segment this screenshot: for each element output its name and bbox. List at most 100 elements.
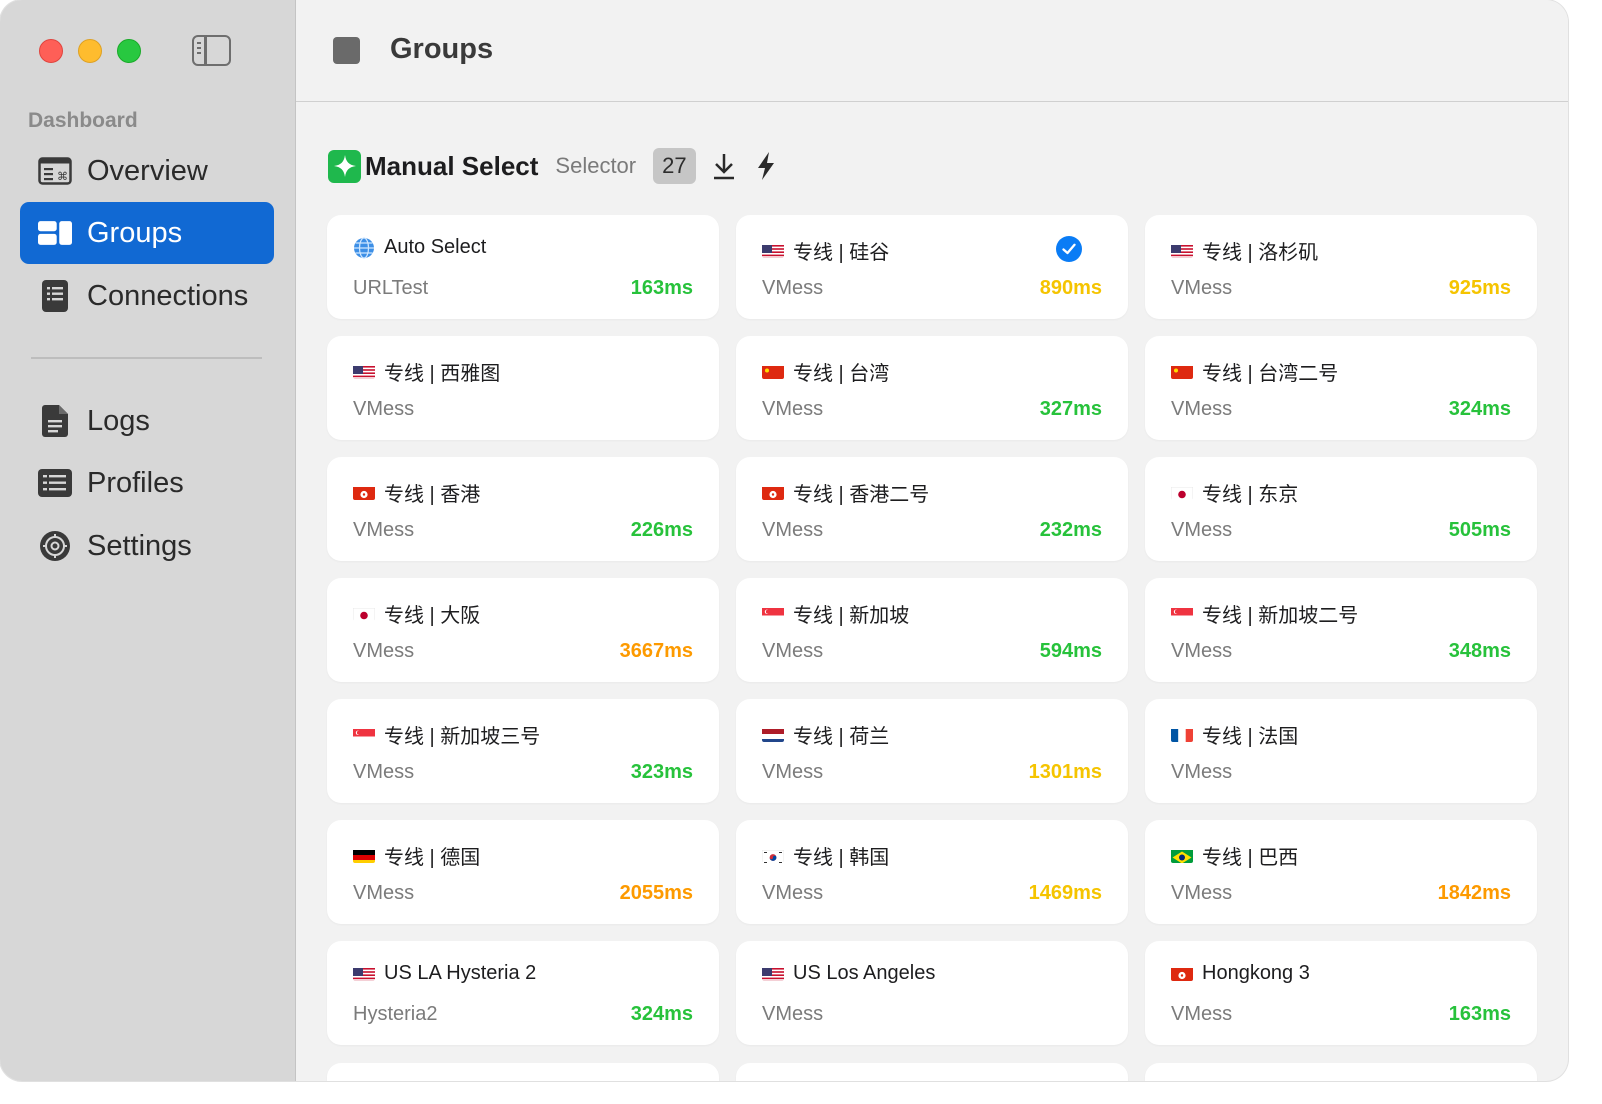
proxy-title-row: US Los Angeles bbox=[762, 962, 935, 985]
sidebar-item-groups[interactable]: Groups bbox=[20, 202, 274, 264]
proxy-count-badge: 27 bbox=[653, 148, 696, 184]
flag-sg-icon bbox=[762, 606, 784, 621]
minimize-window-button[interactable] bbox=[78, 39, 102, 63]
bolt-icon[interactable] bbox=[752, 149, 780, 183]
proxy-title-row: 专线 | 台湾二号 bbox=[1171, 357, 1338, 386]
proxy-name: US LA Hysteria 2 bbox=[384, 962, 537, 984]
proxy-card[interactable]: 专线 | 台湾 VMess 327ms bbox=[736, 336, 1128, 440]
proxy-name: 专线 | 西雅图 bbox=[384, 363, 501, 385]
connections-icon bbox=[38, 279, 72, 313]
profiles-icon bbox=[38, 466, 72, 500]
page-title: Groups bbox=[390, 33, 494, 65]
proxy-delay: 1301ms bbox=[1028, 761, 1102, 783]
flag-us-icon bbox=[353, 364, 375, 379]
main-content: Groups Manual Select Selector 27 Auto Se… bbox=[296, 0, 1568, 1081]
proxy-protocol: VMess bbox=[353, 882, 415, 904]
zoom-window-button[interactable] bbox=[117, 39, 141, 63]
app-window: Dashboard ⌘ Overview Groups Connections bbox=[0, 0, 1568, 1081]
proxy-card[interactable]: 专线 | 新加坡二号 VMess 348ms bbox=[1145, 578, 1537, 682]
group-header: Manual Select Selector 27 bbox=[328, 146, 780, 186]
proxy-name: 专线 | 东京 bbox=[1202, 484, 1299, 506]
flag-fr-icon bbox=[1171, 727, 1193, 742]
flag-us-icon bbox=[1171, 243, 1193, 258]
sidebar-item-logs[interactable]: Logs bbox=[20, 390, 274, 452]
proxy-card[interactable]: 专线 | 荷兰 VMess 1301ms bbox=[736, 699, 1128, 803]
proxy-protocol: VMess bbox=[762, 1003, 824, 1025]
proxy-card[interactable]: 专线 | 巴西 VMess 1842ms bbox=[1145, 820, 1537, 924]
proxy-protocol: VMess bbox=[762, 640, 824, 662]
close-window-button[interactable] bbox=[39, 39, 63, 63]
proxy-card[interactable]: 专线 | 德国 VMess 2055ms bbox=[327, 820, 719, 924]
proxy-name: US Los Angeles bbox=[793, 962, 936, 984]
proxy-delay: 232ms bbox=[1039, 519, 1102, 541]
proxy-delay: 163ms bbox=[630, 277, 693, 299]
proxy-card[interactable]: 专线 | 新加坡三号 VMess 323ms bbox=[327, 699, 719, 803]
proxy-card[interactable] bbox=[1145, 1063, 1537, 1081]
sidebar-item-label: Settings bbox=[87, 529, 192, 562]
proxy-grid-overflow bbox=[327, 1063, 1537, 1081]
proxy-card[interactable]: 专线 | 台湾二号 VMess 324ms bbox=[1145, 336, 1537, 440]
proxy-title-row: 专线 | 台湾 bbox=[762, 357, 889, 386]
proxy-title-row: 专线 | 香港 bbox=[353, 478, 480, 507]
proxy-title-row: 专线 | 德国 bbox=[353, 841, 480, 870]
flag-jp-icon bbox=[1171, 485, 1193, 500]
proxy-delay: 2055ms bbox=[619, 882, 693, 904]
proxy-card[interactable]: US Los Angeles VMess bbox=[736, 941, 1128, 1045]
sparkle-icon bbox=[328, 149, 361, 183]
proxy-card[interactable]: Hongkong 3 VMess 163ms bbox=[1145, 941, 1537, 1045]
sidebar-item-overview[interactable]: ⌘ Overview bbox=[20, 140, 274, 202]
proxy-card[interactable]: 专线 | 法国 VMess bbox=[1145, 699, 1537, 803]
proxy-title-row: 专线 | 硅谷 bbox=[762, 236, 889, 265]
proxy-card[interactable] bbox=[736, 1063, 1128, 1081]
proxy-title-row: Auto Select bbox=[353, 236, 486, 259]
proxy-protocol: VMess bbox=[353, 398, 415, 420]
sidebar-item-connections[interactable]: Connections bbox=[20, 265, 274, 327]
flag-hk-icon bbox=[353, 485, 375, 500]
flag-us-icon bbox=[762, 243, 784, 258]
proxy-delay: 327ms bbox=[1039, 398, 1102, 420]
flag-kr-icon bbox=[762, 848, 784, 863]
download-icon[interactable] bbox=[710, 149, 738, 183]
proxy-name: 专线 | 洛杉矶 bbox=[1202, 242, 1319, 264]
sidebar-item-profiles[interactable]: Profiles bbox=[20, 452, 274, 514]
proxy-card[interactable]: 专线 | 韩国 VMess 1469ms bbox=[736, 820, 1128, 924]
proxy-protocol: VMess bbox=[762, 761, 824, 783]
proxy-card[interactable]: 专线 | 西雅图 VMess bbox=[327, 336, 719, 440]
flag-br-icon bbox=[1171, 848, 1193, 863]
proxy-card[interactable]: 专线 | 新加坡 VMess 594ms bbox=[736, 578, 1128, 682]
globe-icon bbox=[353, 236, 375, 259]
group-name: Manual Select bbox=[365, 150, 539, 181]
groups-icon bbox=[38, 216, 72, 250]
proxy-card[interactable]: 专线 | 香港 VMess 226ms bbox=[327, 457, 719, 561]
sidebar-toggle-icon[interactable] bbox=[192, 35, 231, 66]
proxy-card[interactable]: 专线 | 大阪 VMess 3667ms bbox=[327, 578, 719, 682]
proxy-title-row: US LA Hysteria 2 bbox=[353, 962, 536, 985]
proxy-name: 专线 | 新加坡二号 bbox=[1202, 605, 1359, 627]
proxy-delay: 163ms bbox=[1448, 1003, 1511, 1025]
proxy-card[interactable]: Auto Select URLTest 163ms bbox=[327, 215, 719, 319]
proxy-protocol: VMess bbox=[1171, 1003, 1233, 1025]
stop-icon[interactable] bbox=[333, 37, 360, 64]
proxy-card[interactable]: 专线 | 东京 VMess 505ms bbox=[1145, 457, 1537, 561]
flag-cn-icon bbox=[762, 364, 784, 379]
proxy-protocol: VMess bbox=[353, 640, 415, 662]
group-type: Selector bbox=[555, 153, 637, 178]
flag-us-icon bbox=[762, 966, 784, 981]
proxy-name: 专线 | 香港 bbox=[384, 484, 481, 506]
sidebar-divider bbox=[31, 357, 262, 359]
proxy-card[interactable]: 专线 | 硅谷 VMess 890ms bbox=[736, 215, 1128, 319]
flag-cn-icon bbox=[1171, 364, 1193, 379]
proxy-card[interactable]: US LA Hysteria 2 Hysteria2 324ms bbox=[327, 941, 719, 1045]
proxy-card[interactable]: 专线 | 洛杉矶 VMess 925ms bbox=[1145, 215, 1537, 319]
flag-hk-icon bbox=[762, 485, 784, 500]
sidebar-item-settings[interactable]: Settings bbox=[20, 515, 274, 577]
proxy-card[interactable]: 专线 | 香港二号 VMess 232ms bbox=[736, 457, 1128, 561]
proxy-protocol: VMess bbox=[1171, 277, 1233, 299]
sidebar-item-label: Groups bbox=[87, 216, 183, 249]
proxy-name: 专线 | 巴西 bbox=[1202, 847, 1299, 869]
proxy-card[interactable] bbox=[327, 1063, 719, 1081]
proxy-title-row: 专线 | 新加坡三号 bbox=[353, 720, 540, 749]
proxy-title-row: 专线 | 东京 bbox=[1171, 478, 1298, 507]
checkmark-icon bbox=[1056, 236, 1082, 262]
proxy-name: Auto Select bbox=[384, 236, 487, 258]
